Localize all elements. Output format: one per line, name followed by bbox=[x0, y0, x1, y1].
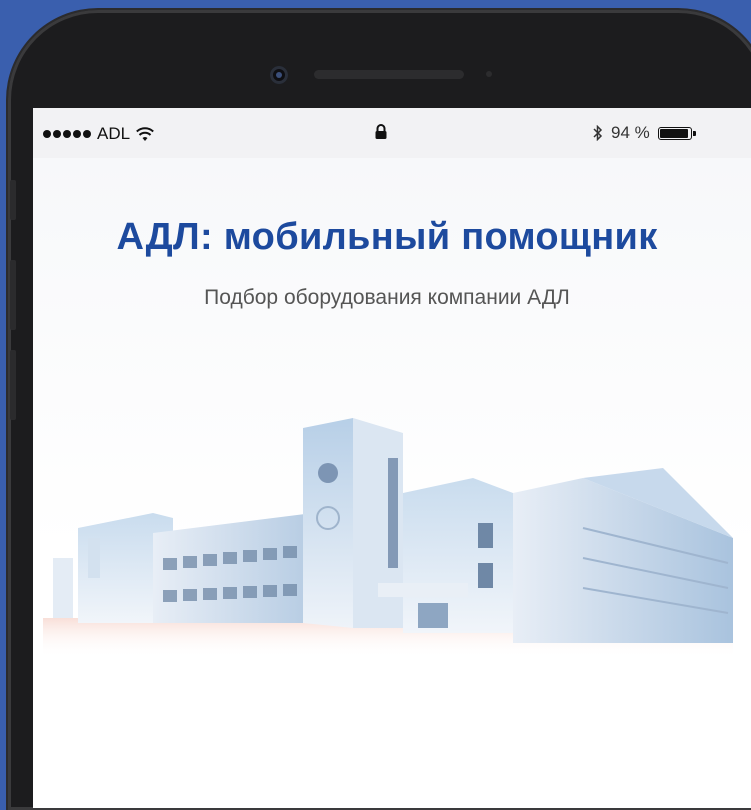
wifi-icon bbox=[136, 127, 154, 141]
app-subtitle: Подбор оборудования компании АДЛ bbox=[204, 286, 570, 309]
phone-top-bezel bbox=[8, 10, 751, 110]
lock-icon bbox=[375, 124, 387, 139]
earpiece-speaker bbox=[314, 70, 464, 79]
battery-fill bbox=[659, 128, 688, 138]
proximity-sensor bbox=[486, 71, 492, 77]
building-illustration bbox=[43, 418, 733, 658]
signal-dots-icon bbox=[43, 130, 91, 138]
phone-screen: ADL 94 % АДЛ: мобильный помощник Подбор … bbox=[33, 108, 751, 808]
app-content: АДЛ: мобильный помощник Подбор оборудова… bbox=[33, 158, 751, 808]
front-camera-icon bbox=[270, 66, 288, 84]
app-title: АДЛ: мобильный помощник bbox=[116, 216, 658, 258]
side-button-volume-down bbox=[10, 350, 16, 420]
side-button-volume-up bbox=[10, 260, 16, 330]
carrier-name: ADL bbox=[97, 124, 131, 143]
status-left: ADL bbox=[43, 124, 154, 144]
battery-percentage: 94 % bbox=[611, 123, 650, 142]
bluetooth-icon bbox=[593, 125, 603, 141]
side-button-silent bbox=[10, 180, 16, 220]
status-right: 94 % bbox=[593, 123, 696, 143]
battery-icon bbox=[657, 126, 696, 140]
status-bar: ADL 94 % bbox=[33, 108, 751, 158]
